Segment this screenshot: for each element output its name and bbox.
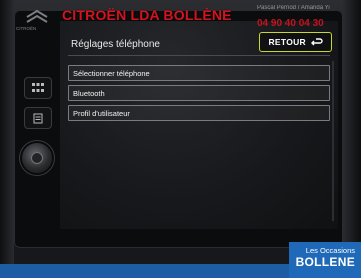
dashboard-right-trim (343, 0, 361, 278)
citroen-logo-icon (26, 9, 48, 23)
scrollbar[interactable] (332, 61, 334, 221)
grid-icon (32, 83, 44, 92)
infotainment-screen: Réglages téléphone RETOUR Sélectionner t… (60, 21, 338, 229)
dealer-contact-watermark: Pascal Pernod / Amanda Yi (257, 5, 330, 11)
menu-item-label: Sélectionner téléphone (73, 68, 150, 78)
dealer-watermark: CITROËN LDA BOLLÈNE (62, 7, 232, 23)
page-title: Réglages téléphone (71, 39, 160, 50)
hardware-menu-button[interactable] (24, 77, 52, 99)
bottom-brand-strip (0, 264, 289, 278)
power-icon (31, 152, 43, 164)
badge-line-2: BOLLENE (295, 255, 355, 269)
menu-item-label: Profil d'utilisateur (73, 108, 130, 118)
title-divider (68, 55, 330, 56)
dashboard-left-trim (0, 0, 14, 278)
back-button-label: RETOUR (268, 37, 306, 47)
dealer-badge: Les Occasions BOLLENE (289, 242, 361, 278)
menu-item-bluetooth[interactable]: Bluetooth (68, 85, 330, 101)
logo-caption: CITROËN (16, 26, 37, 31)
menu-item-label: Bluetooth (73, 88, 105, 98)
back-button[interactable]: RETOUR (259, 32, 332, 52)
hardware-phone-button[interactable] (24, 107, 52, 129)
badge-line-1: Les Occasions (305, 246, 355, 255)
document-icon (33, 113, 43, 123)
phone-watermark: 04 90 40 04 30 (257, 18, 324, 29)
menu-item-user-profile[interactable]: Profil d'utilisateur (68, 105, 330, 121)
volume-knob[interactable] (22, 143, 52, 173)
return-arrow-icon (311, 38, 323, 46)
menu-item-select-phone[interactable]: Sélectionner téléphone (68, 65, 330, 81)
